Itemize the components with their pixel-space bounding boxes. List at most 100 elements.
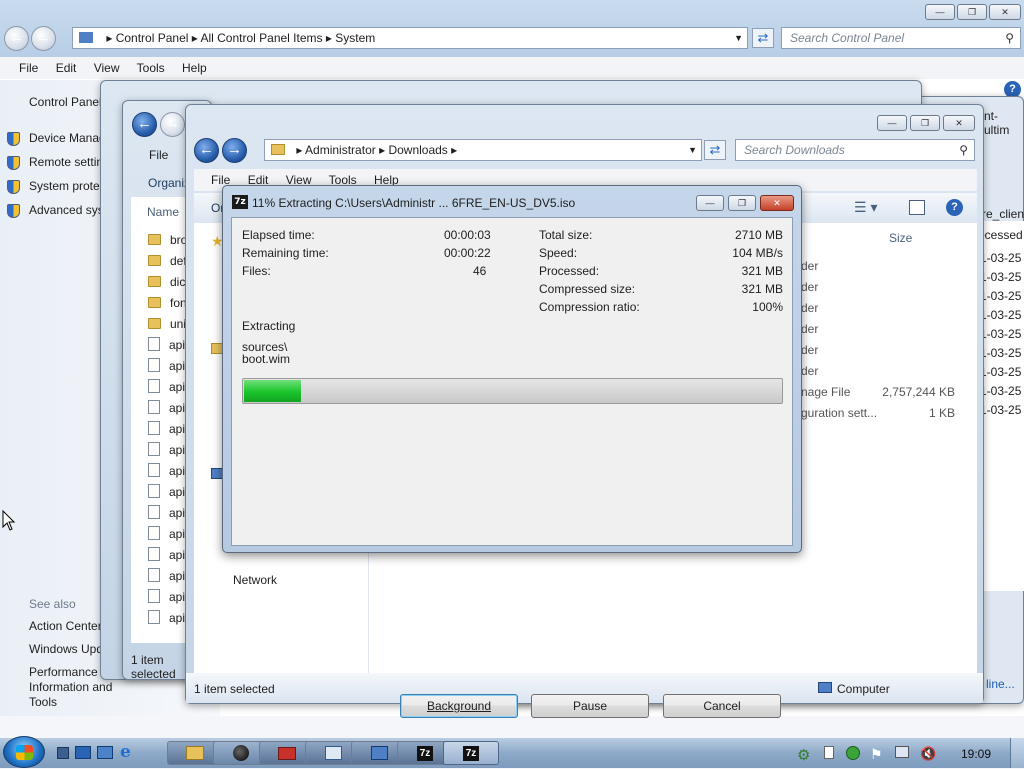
menu-view[interactable]: View [94,61,120,75]
list-item[interactable]: api-ms [148,356,190,377]
list-item[interactable]: api-ms [148,545,190,566]
background-button[interactable]: Background [400,694,518,718]
quicklaunch-computer-icon[interactable] [75,746,91,759]
dl-refresh-icon[interactable]: ⇄ [704,140,726,160]
file-icon [148,505,160,519]
crumb-system[interactable]: System [335,31,375,45]
processed-label: Processed: [539,264,600,278]
back-icon[interactable]: ← [132,112,157,137]
quicklaunch-show-desktop-icon[interactable] [57,747,69,759]
size-column-header[interactable]: Size [889,231,912,245]
dialog-close-button[interactable]: ✕ [760,195,794,211]
folder-icon [148,255,161,266]
tray-clock[interactable]: 19:09 [961,747,991,761]
crumb-sep-icon: ▸ [106,31,116,45]
list-item[interactable]: api-ms [148,461,190,482]
cp-forward-icon[interactable]: → [31,26,56,51]
tray-flag-icon[interactable]: ⚑ [870,746,883,763]
table-row[interactable]: der [801,340,961,360]
list-item[interactable]: api-ms [148,398,190,419]
list-item[interactable]: api-ms [148,335,190,356]
help-icon[interactable]: ? [946,199,963,216]
shield-icon [7,180,20,194]
list-item[interactable]: browser [148,230,190,251]
forward-icon[interactable]: → [222,138,247,163]
back-icon[interactable]: ← [194,138,219,163]
cp-maximize-button[interactable]: ❐ [957,4,987,20]
table-row[interactable]: der [801,361,961,381]
dl-maximize-button[interactable]: ❐ [910,115,940,131]
start-button[interactable] [3,736,45,768]
shield-icon [7,132,20,146]
current-file: boot.wim [242,352,291,366]
quicklaunch-ie-icon[interactable]: e [120,743,138,761]
dialog-maximize-button[interactable]: ❐ [728,195,756,211]
cancel-button[interactable]: Cancel [663,694,781,718]
menu-file[interactable]: File [149,148,168,162]
dialog-minimize-button[interactable]: — [696,195,724,211]
table-row[interactable]: der [801,319,961,339]
list-item[interactable]: dictionary [148,272,190,293]
list-item[interactable]: uninstall [148,314,190,335]
tray-network-icon[interactable]: ⚙ [797,746,810,764]
dl-close-button[interactable]: ✕ [943,115,975,131]
cp-back-icon[interactable]: ← [4,26,29,51]
crumb-administrator[interactable]: Administrator [305,143,376,157]
dl-address-bar[interactable]: ▸ Administrator ▸ Downloads ▸ ▼ [264,139,702,161]
shield-icon [7,204,20,218]
table-row[interactable]: der [801,256,961,276]
tray-document-icon[interactable] [824,746,834,759]
forward-icon[interactable]: → [160,112,185,137]
menu-tools[interactable]: Tools [137,61,165,75]
cp-close-button[interactable]: ✕ [989,4,1021,20]
cp-refresh-icon[interactable]: ⇄ [752,28,774,48]
table-row[interactable]: der [801,298,961,318]
pause-button[interactable]: Pause [531,694,649,718]
name-column-header[interactable]: Name [147,205,179,219]
crumb-all-items[interactable]: All Control Panel Items [200,31,322,45]
list-item[interactable]: default [148,251,190,272]
crumb-downloads[interactable]: Downloads [388,143,447,157]
cp-minimize-button[interactable]: — [925,4,955,20]
speed-label: Speed: [539,246,578,260]
table-row[interactable]: der [801,277,961,297]
right-link[interactable]: line... [986,677,1015,691]
cp-search-input[interactable]: Search Control Panel ⚲ [781,27,1021,49]
crumb-control-panel[interactable]: Control Panel [116,31,189,45]
tray-security-icon[interactable] [846,746,860,760]
dl-network-label[interactable]: Network [233,573,277,587]
menu-help[interactable]: Help [182,61,207,75]
menu-edit[interactable]: Edit [56,61,77,75]
see-also-action-center[interactable]: Action Center [29,619,102,633]
list-item[interactable]: api-ms [148,440,190,461]
show-desktop-button[interactable] [1010,738,1024,768]
quicklaunch-window-switch-icon[interactable] [97,746,113,759]
compressed-value: 321 MB [741,282,783,296]
list-item[interactable]: api-ms [148,419,190,440]
dl-minimize-button[interactable]: — [877,115,907,131]
dl-search-input[interactable]: Search Downloads ⚲ [735,139,975,161]
views-icon[interactable]: ☰ ▾ [854,199,877,216]
table-row[interactable]: nage File 2,757,244 KB [801,382,961,402]
file-icon [148,610,160,624]
list-item[interactable]: api-ms [148,524,190,545]
list-item[interactable]: api-ms [148,377,190,398]
list-item[interactable]: api-ms [148,566,190,587]
list-item[interactable]: api-ms [148,587,190,608]
list-item[interactable]: api-ms [148,608,190,629]
preview-pane-icon[interactable] [909,200,925,215]
type-cell: der [801,259,819,273]
cp-address-bar[interactable]: ▸ Control Panel ▸ All Control Panel Item… [72,27,748,49]
chevron-down-icon[interactable]: ▼ [688,140,697,160]
type-cell: der [801,322,819,336]
tray-display-icon[interactable] [895,746,909,758]
taskbar-7zip-button-2[interactable]: 7z [443,741,499,765]
cp-menu-bar: File Edit View Tools Help [0,57,1024,79]
list-item[interactable]: fonts [148,293,190,314]
menu-file[interactable]: File [19,61,38,75]
chevron-down-icon[interactable]: ▼ [734,28,743,48]
tray-volume-muted-icon[interactable]: 🔇 [920,746,936,762]
table-row[interactable]: guration sett... 1 KB [801,403,961,423]
list-item[interactable]: api-ms [148,482,190,503]
list-item[interactable]: api-ms [148,503,190,524]
